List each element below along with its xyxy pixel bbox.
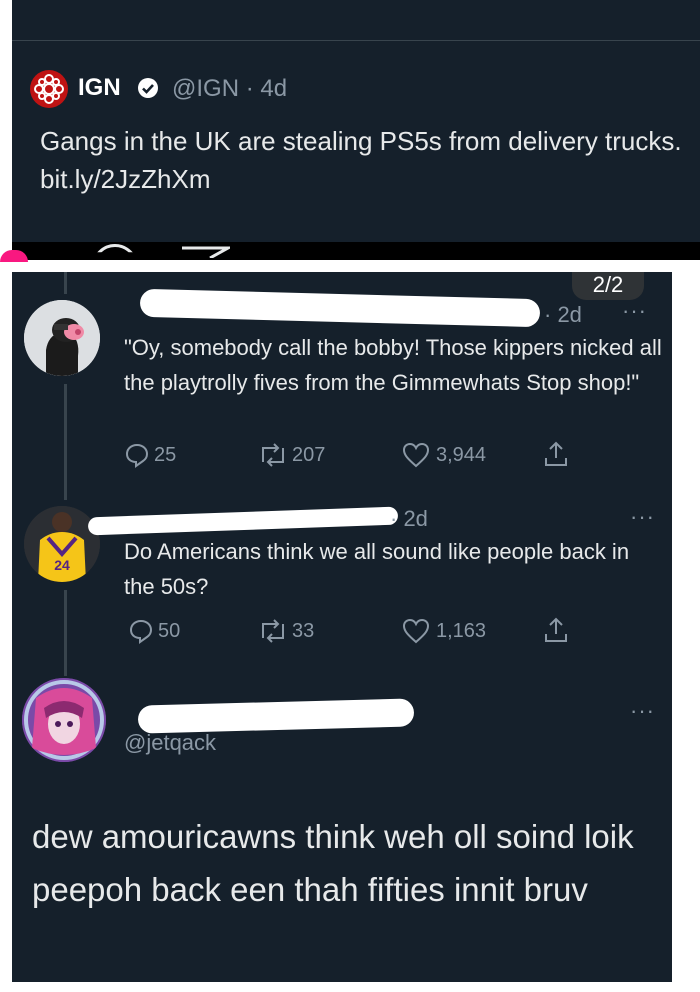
reply-time[interactable]: · 2d (390, 506, 428, 532)
author-name[interactable]: IGN (78, 74, 121, 102)
retweet-icon (262, 619, 284, 643)
quoted-tweet-panel: IGN @IGN · 4d Gangs in the UK are steali… (12, 0, 700, 260)
page-counter: 2/2 (572, 272, 644, 300)
more-options-icon[interactable]: ··· (630, 698, 655, 724)
retweet-count: 207 (292, 444, 326, 466)
replies-panel: 2/2 · 2d ··· "Oy, somebody call the bobb… (12, 272, 672, 982)
avatar[interactable] (22, 678, 106, 762)
author-handle-time[interactable]: @IGN · 4d (172, 75, 287, 103)
ign-logo-icon[interactable] (30, 70, 68, 108)
reply-count: 50 (158, 620, 181, 642)
jersey-number: 24 (54, 557, 70, 573)
share-icon[interactable] (180, 246, 230, 258)
heart-icon (402, 442, 430, 468)
thread-line (64, 590, 67, 676)
retweet-icon (262, 443, 284, 467)
like-count: 3,944 (436, 444, 487, 466)
avatar[interactable] (24, 300, 100, 376)
redaction-mark (87, 506, 399, 536)
reply-text: dew amouricawns think weh oll soind loik… (32, 818, 634, 908)
more-options-icon[interactable]: ··· (630, 504, 655, 530)
tweet-text: Gangs in the UK are stealing PS5s from d… (40, 126, 682, 194)
like-count: 1,163 (436, 620, 487, 642)
verified-badge-icon (137, 77, 159, 99)
redaction-mark (137, 698, 415, 734)
redaction-mark (139, 288, 541, 328)
retweet-count: 33 (292, 620, 315, 642)
reply-count: 25 (154, 444, 177, 466)
more-options-icon[interactable]: ··· (622, 298, 647, 324)
reply-time[interactable]: · 2d (544, 302, 582, 328)
divider (12, 40, 700, 41)
share-icon (545, 441, 567, 466)
reply-icon (129, 619, 153, 644)
heart-icon (402, 618, 430, 644)
thread-line (64, 272, 67, 294)
thread-line (64, 384, 67, 500)
author-handle[interactable]: @jetqack (124, 730, 216, 756)
reply-text: "Oy, somebody call the bobby! Those kipp… (124, 335, 662, 395)
share-icon (545, 617, 567, 642)
avatar[interactable]: 24 (24, 506, 100, 582)
reply-icon (125, 443, 149, 468)
reply-text: Do Americans think we all sound like peo… (124, 539, 630, 599)
